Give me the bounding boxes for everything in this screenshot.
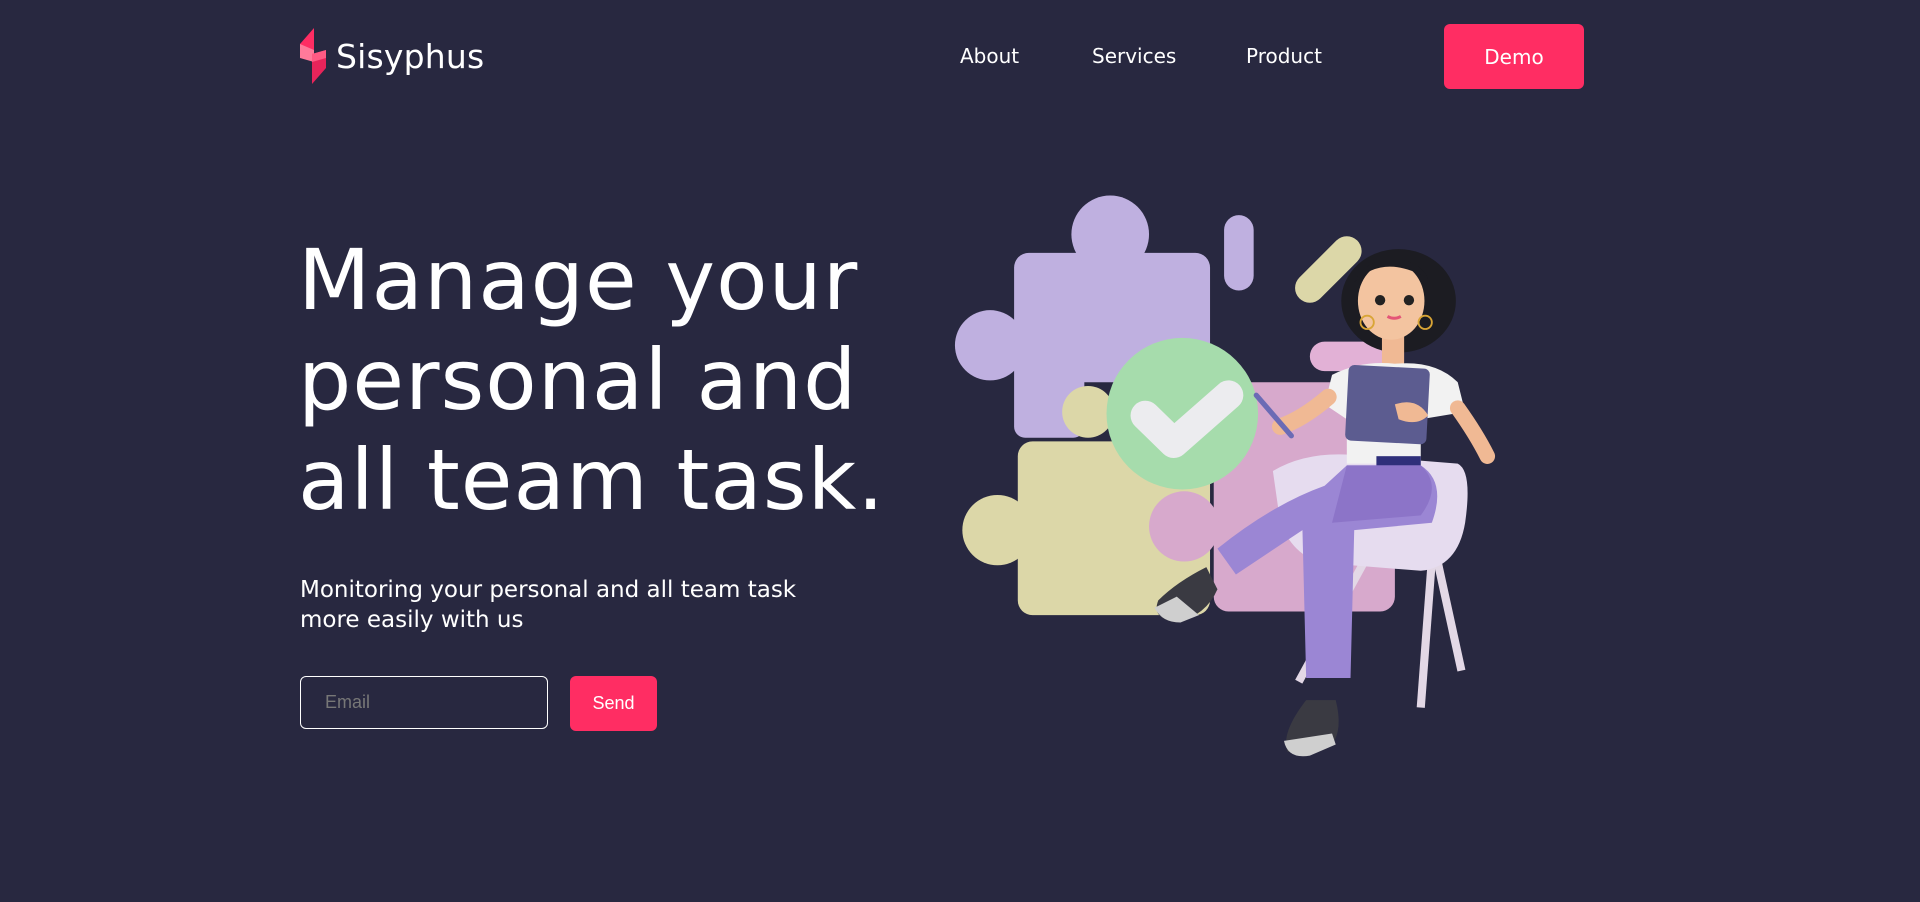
- nav-services[interactable]: Services: [1092, 44, 1176, 68]
- brand-name: Sisyphus: [336, 36, 485, 76]
- tablet-icon: [1345, 364, 1430, 445]
- purple-pill: [1224, 215, 1254, 291]
- hero-illustration: [954, 195, 1496, 757]
- yellow-pill: [1295, 236, 1362, 303]
- hero-subtitle: Monitoring your personal and all team ta…: [300, 577, 797, 633]
- nav-product[interactable]: Product: [1246, 44, 1322, 68]
- lightning-logo-icon: [300, 28, 326, 84]
- email-input[interactable]: [300, 676, 548, 729]
- green-check-circle: [1106, 337, 1259, 490]
- brand-logo[interactable]: Sisyphus: [298, 28, 484, 84]
- hero-title: Manage your personal and all team task.: [298, 231, 885, 529]
- demo-button[interactable]: Demo: [1444, 24, 1584, 89]
- send-button[interactable]: Send: [570, 676, 657, 731]
- nav-about[interactable]: About: [960, 44, 1019, 68]
